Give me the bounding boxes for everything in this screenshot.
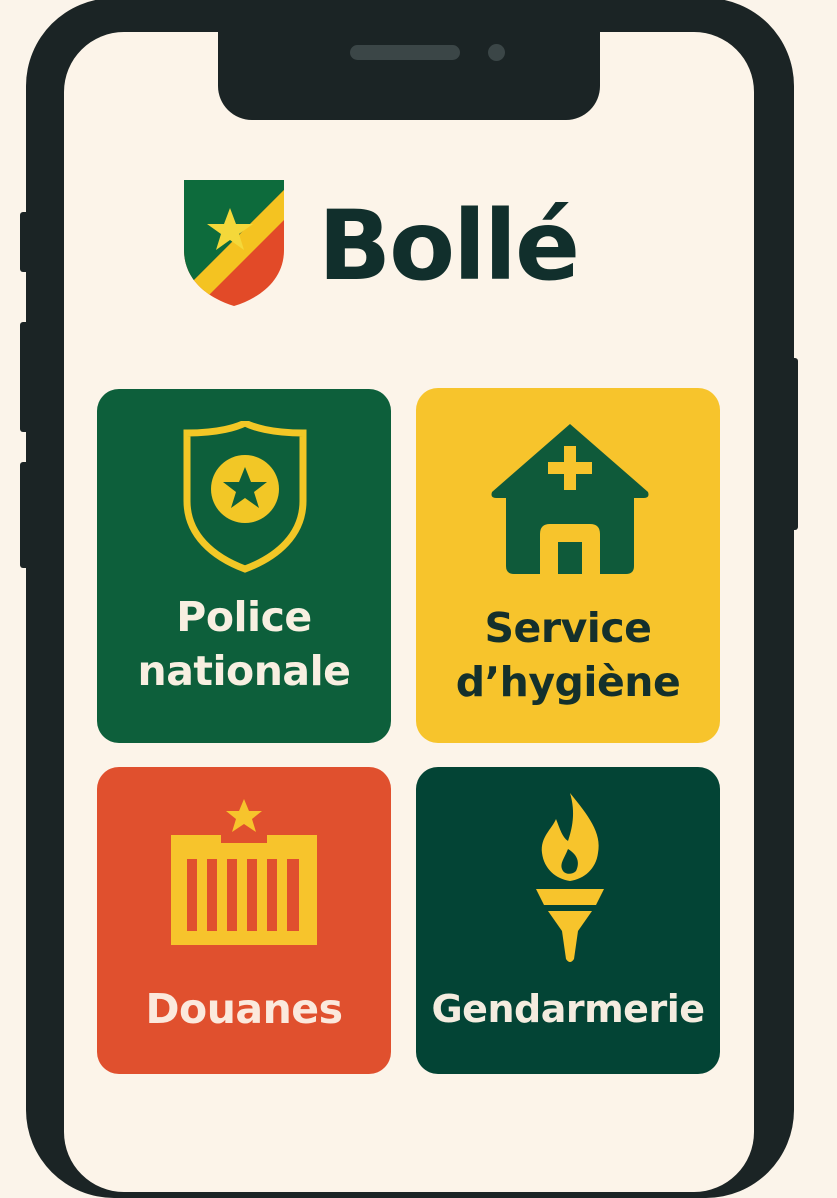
- front-camera: [488, 44, 505, 61]
- customs-barrier-star-icon: [171, 799, 317, 945]
- tile-label-line: Gendarmerie: [431, 987, 705, 1031]
- tile-gendarmerie[interactable]: Gendarmerie: [416, 767, 720, 1074]
- phone-notch: [218, 32, 600, 120]
- tile-police-nationale[interactable]: Police nationale: [97, 389, 391, 743]
- app-header: Bollé: [180, 176, 580, 310]
- flag-shield-icon: [184, 180, 284, 306]
- tile-label-line: Police: [176, 593, 312, 641]
- speaker-grille: [350, 45, 460, 60]
- app-name: Bollé: [318, 190, 580, 302]
- tile-label-line: Service: [484, 604, 652, 652]
- tile-service-hygiene[interactable]: Service d’hygiène: [416, 388, 720, 743]
- tile-label: Service d’hygiène: [416, 601, 720, 709]
- tile-label-line: d’hygiène: [455, 658, 681, 706]
- tile-label: Gendarmerie: [416, 982, 720, 1036]
- tile-label: Police nationale: [97, 590, 391, 698]
- police-shield-star-icon: [183, 421, 307, 573]
- tile-douanes[interactable]: Douanes: [97, 767, 391, 1074]
- tile-label-line: nationale: [137, 647, 351, 695]
- tile-label: Douanes: [97, 982, 391, 1036]
- torch-icon: [536, 793, 604, 962]
- tile-label-line: Douanes: [145, 985, 343, 1033]
- house-cross-icon: [491, 424, 649, 574]
